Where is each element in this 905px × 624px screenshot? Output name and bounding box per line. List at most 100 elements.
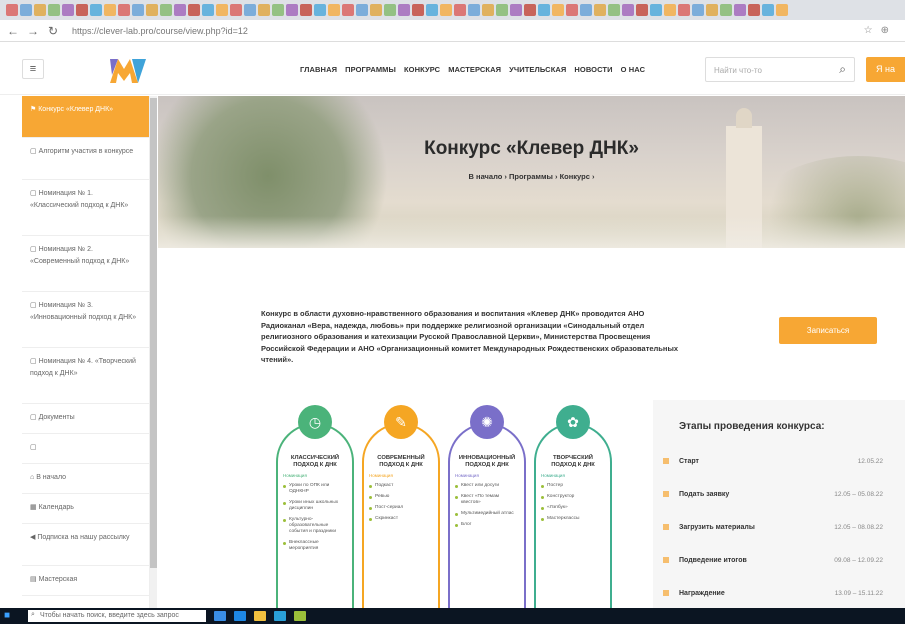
tab-favicon[interactable] <box>118 4 130 16</box>
nav-item[interactable]: О НАС <box>621 65 645 74</box>
tab-favicon[interactable] <box>34 4 46 16</box>
tab-favicon[interactable] <box>566 4 578 16</box>
nav-item[interactable]: НОВОСТИ <box>574 65 612 74</box>
tab-favicon[interactable] <box>412 4 424 16</box>
tab-favicon[interactable] <box>496 4 508 16</box>
tab-favicon[interactable] <box>244 4 256 16</box>
extensions-icon[interactable]: ☆⊕ <box>864 25 897 36</box>
url-field[interactable]: https://clever-lab.pro/course/view.php?i… <box>72 26 248 36</box>
sidebar-item[interactable]: ▢ Алгоритм участия в конкурсе <box>22 138 149 180</box>
tab-favicon[interactable] <box>104 4 116 16</box>
tab-favicon[interactable] <box>6 4 18 16</box>
tab-favicon[interactable] <box>720 4 732 16</box>
nomination-card[interactable]: ИННОВАЦИОННЫЙ ПОДХОД К ДНК Номинация Квест… <box>448 423 526 623</box>
tab-favicon[interactable] <box>174 4 186 16</box>
tab-favicon[interactable] <box>146 4 158 16</box>
sidebar-item[interactable]: ▢ Номинация № 3. «Инновационный подход к… <box>22 292 149 348</box>
nav-item[interactable]: ПРОГРАММЫ <box>345 65 396 74</box>
tab-favicon[interactable] <box>202 4 214 16</box>
tab-favicon[interactable] <box>272 4 284 16</box>
sidebar-item[interactable]: ▢ <box>22 434 149 464</box>
tab-favicon[interactable] <box>636 4 648 16</box>
sidebar-item[interactable]: ⚑ Конкурс «Клевер ДНК» <box>22 96 149 138</box>
tab-favicon[interactable] <box>454 4 466 16</box>
tab-favicon[interactable] <box>230 4 242 16</box>
tab-favicon[interactable] <box>510 4 522 16</box>
sidebar-item[interactable]: ⌂ В начало <box>22 464 149 494</box>
tab-favicon[interactable] <box>216 4 228 16</box>
tab-favicon[interactable] <box>286 4 298 16</box>
nav-item[interactable]: УЧИТЕЛЬСКАЯ <box>509 65 566 74</box>
search-icon[interactable]: ⌕ <box>839 62 846 77</box>
back-icon[interactable]: ← <box>6 24 20 38</box>
forward-icon[interactable]: → <box>26 24 40 38</box>
tab-favicon[interactable] <box>314 4 326 16</box>
tab-favicon[interactable] <box>594 4 606 16</box>
tab-favicon[interactable] <box>62 4 74 16</box>
sidebar-scroll-thumb[interactable] <box>150 98 157 568</box>
explorer-icon[interactable] <box>254 611 266 621</box>
tab-favicon[interactable] <box>258 4 270 16</box>
tab-favicon[interactable] <box>20 4 32 16</box>
tab-favicon[interactable] <box>650 4 662 16</box>
site-logo[interactable] <box>108 55 148 85</box>
app-icon[interactable] <box>294 611 306 621</box>
sidebar-item[interactable]: ▢ Номинация № 4. «Творческий подход к ДН… <box>22 348 149 404</box>
tab-favicon[interactable] <box>762 4 774 16</box>
sidebar-scrollbar[interactable] <box>150 96 157 608</box>
tab-favicon[interactable] <box>370 4 382 16</box>
tab-favicon[interactable] <box>678 4 690 16</box>
tab-favicon[interactable] <box>384 4 396 16</box>
tab-favicon[interactable] <box>426 4 438 16</box>
sidebar-item[interactable]: ▢ Номинация № 1. «Классический подход к … <box>22 180 149 236</box>
nav-item[interactable]: КОНКУРС <box>404 65 440 74</box>
tab-favicon[interactable] <box>608 4 620 16</box>
tab-favicon[interactable] <box>328 4 340 16</box>
register-button[interactable]: Записаться <box>779 317 877 344</box>
tab-favicon[interactable] <box>132 4 144 16</box>
reload-icon[interactable]: ↻ <box>46 24 60 38</box>
windows-start-icon[interactable]: ■ <box>4 611 18 621</box>
tab-favicon[interactable] <box>48 4 60 16</box>
tab-favicon[interactable] <box>748 4 760 16</box>
sidebar-item[interactable]: ◀ Подписка на нашу рассылку <box>22 524 149 566</box>
browser-tab-strip[interactable] <box>0 0 905 20</box>
tab-favicon[interactable] <box>552 4 564 16</box>
tab-favicon[interactable] <box>188 4 200 16</box>
task-view-icon[interactable] <box>214 611 226 621</box>
tab-favicon[interactable] <box>468 4 480 16</box>
nomination-card[interactable]: КЛАССИЧЕСКИЙ ПОДХОД К ДНК Номинация Уроки … <box>276 423 354 623</box>
tab-favicon[interactable] <box>356 4 368 16</box>
tab-favicon[interactable] <box>664 4 676 16</box>
store-icon[interactable] <box>274 611 286 621</box>
sidebar-item[interactable]: ▢ Номинация № 2. «Современный подход к Д… <box>22 236 149 292</box>
nav-item[interactable]: МАСТЕРСКАЯ <box>448 65 501 74</box>
tab-favicon[interactable] <box>524 4 536 16</box>
tab-favicon[interactable] <box>706 4 718 16</box>
sidebar-item[interactable]: ▦ Календарь <box>22 494 149 524</box>
taskbar-search[interactable]: ⌕ Чтобы начать поиск, введите здесь запро… <box>28 610 206 622</box>
tab-favicon[interactable] <box>440 4 452 16</box>
tab-favicon[interactable] <box>776 4 788 16</box>
edge-icon[interactable] <box>234 611 246 621</box>
tab-favicon[interactable] <box>734 4 746 16</box>
tab-favicon[interactable] <box>622 4 634 16</box>
user-button[interactable]: Я на <box>866 57 905 82</box>
tab-favicon[interactable] <box>482 4 494 16</box>
search-input[interactable]: Найти что-то ⌕ <box>705 57 855 82</box>
tab-favicon[interactable] <box>76 4 88 16</box>
hamburger-menu-icon[interactable]: ≡ <box>22 59 44 79</box>
tab-favicon[interactable] <box>580 4 592 16</box>
tab-favicon[interactable] <box>398 4 410 16</box>
breadcrumb[interactable]: В начало › Программы › Конкурс › <box>158 172 905 181</box>
sidebar-item[interactable]: ▤ Мастерская <box>22 566 149 596</box>
tab-favicon[interactable] <box>692 4 704 16</box>
nomination-card[interactable]: СОВРЕМЕННЫЙ ПОДХОД К ДНК Номинация Подкаст… <box>362 423 440 623</box>
nomination-card[interactable]: ТВОРЧЕСКИЙ ПОДХОД К ДНК Номинация Постер Ко… <box>534 423 612 623</box>
tab-favicon[interactable] <box>90 4 102 16</box>
tab-favicon[interactable] <box>342 4 354 16</box>
nav-item[interactable]: ГЛАВНАЯ <box>300 65 337 74</box>
tab-favicon[interactable] <box>300 4 312 16</box>
tab-favicon[interactable] <box>538 4 550 16</box>
sidebar-item[interactable]: ▢ Документы <box>22 404 149 434</box>
